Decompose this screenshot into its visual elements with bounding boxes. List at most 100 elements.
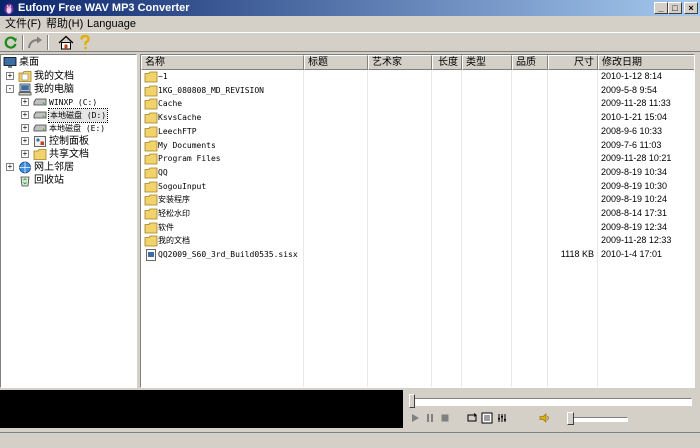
file-row[interactable]: LeechFTP 2008-9-6 10:33 [141,125,694,139]
column-header-size[interactable]: 尺寸 [548,55,598,70]
stop-icon[interactable] [439,412,451,424]
drive-icon [33,98,47,106]
file-modified-date: 2009-8-19 10:34 [601,166,668,177]
tree-node-network[interactable]: + 网上邻居 [1,161,136,174]
toolbar [0,32,700,52]
expand-toggle[interactable]: + [21,137,29,145]
column-header-type[interactable]: 类型 [462,55,512,70]
toolbar-separator [22,35,24,50]
file-modified-date: 2009-11-28 12:33 [601,235,672,246]
minimize-button[interactable]: _ [654,2,668,14]
expand-toggle[interactable]: + [21,111,29,119]
equalizer-icon[interactable] [496,412,508,424]
file-row[interactable]: Cache 2009-11-28 11:33 [141,97,694,111]
file-size [548,84,594,98]
title-bar[interactable]: Eufony Free WAV MP3 Converter _ □ × [0,0,700,16]
column-header-artist[interactable]: 艺术家 [368,55,432,70]
seek-bar[interactable] [410,398,692,406]
folder-icon [144,85,158,97]
help-question-icon[interactable] [76,34,94,51]
repeat-icon[interactable] [466,412,478,424]
my-documents-icon [18,71,32,82]
folder-icon [144,222,158,234]
file-row[interactable]: My Documents 2009-7-6 11:03 [141,139,694,153]
control-panel-icon [34,136,46,147]
menu-file[interactable]: 文件(F) [5,17,41,31]
close-button[interactable]: × [684,2,698,14]
pause-icon[interactable] [424,412,436,424]
maximize-button[interactable]: □ [668,2,682,14]
penguin-icon [4,3,14,15]
file-name: My Documents [158,140,216,150]
status-bar [0,432,700,448]
volume-icon[interactable] [539,412,551,424]
menu-bar: 文件(F) 帮助(H) Language [0,16,700,32]
file-modified-date: 2009-7-6 11:03 [601,139,662,150]
file-row[interactable]: QQ 2009-8-19 10:34 [141,166,694,180]
file-row[interactable]: 1KG_080808_MD_REVISION 2009-5-8 9:54 [141,84,694,98]
folder-icon [144,194,158,206]
recycle-bin-icon [20,176,30,187]
home-icon[interactable] [57,34,75,51]
file-modified-date: 2009-5-8 9:54 [601,84,658,95]
file-row[interactable]: SogouInput 2009-8-19 10:30 [141,180,694,194]
file-size [548,152,594,166]
file-row[interactable]: 安装程序 2009-8-19 10:24 [141,193,694,207]
expand-toggle[interactable]: + [6,72,14,80]
desktop-icon [3,57,17,68]
file-size [548,180,594,194]
play-icon[interactable] [409,412,421,424]
my-computer-icon [18,83,32,96]
menu-help[interactable]: 帮助(H) [46,17,83,31]
column-header-modified-date[interactable]: 修改日期 [598,55,694,70]
tree-node-my-computer[interactable]: - 我的电脑 [1,83,136,96]
seek-slider-handle[interactable] [409,394,415,408]
folder-tree[interactable]: 桌面 + 我的文档 - 我的电脑 + WINXP (C:) + 本地磁盘 (D:… [0,54,137,388]
toolbar-separator [47,35,49,50]
forward-arrow-icon[interactable] [26,34,44,51]
file-row[interactable]: 我的文档 2009-11-28 12:33 [141,234,694,248]
file-name: Program Files [158,154,221,164]
volume-slider-handle[interactable] [567,412,574,425]
file-row[interactable]: QQ2009_S60_3rd_Build0535.sisx 1118 KB 2010… [141,248,694,262]
tree-node-drive-d[interactable]: + 本地磁盘 (D:) [1,108,136,123]
file-size [548,97,594,111]
file-icon [146,249,156,261]
menu-language[interactable]: Language [87,17,136,31]
file-size [548,139,594,153]
volume-bar[interactable] [570,417,628,422]
expand-toggle[interactable]: + [6,163,14,171]
expand-toggle[interactable]: + [21,98,29,106]
folder-icon [144,140,158,151]
column-header-quality[interactable]: 品质 [512,55,548,70]
tree-node-control-panel[interactable]: + 控制面板 [1,135,136,148]
drive-icon [33,111,47,119]
file-row[interactable]: ~1 2010-1-12 8:14 [141,70,694,84]
file-name: ~1 [158,72,168,81]
folder-icon [144,235,158,247]
file-row[interactable]: 轻松水印 2008-8-14 17:31 [141,207,694,221]
column-header-name[interactable]: 名称 [141,55,304,70]
file-size [548,193,594,207]
refresh-icon[interactable] [2,34,20,51]
column-header-title[interactable]: 标题 [304,55,368,70]
tree-node-recycle-bin[interactable]: 回收站 [1,174,136,187]
expand-toggle[interactable]: + [21,124,29,132]
file-name: 安装程序 [158,195,190,205]
column-header-length[interactable]: 长度 [432,55,462,70]
file-row[interactable]: 软件 2009-8-19 12:34 [141,221,694,235]
file-name: KsvsCache [158,113,202,123]
tree-node-drive-c[interactable]: + WINXP (C:) [1,96,136,109]
expand-toggle[interactable]: + [21,150,29,158]
tree-node-desktop[interactable]: 桌面 [1,56,136,69]
playlist-icon[interactable] [481,412,493,424]
tree-node-shared-documents[interactable]: + 共享文档 [1,148,136,161]
file-modified-date: 2010-1-21 15:04 [601,112,668,123]
file-row[interactable]: Program Files 2009-11-28 10:21 [141,152,694,166]
file-row[interactable]: KsvsCache 2010-1-21 15:04 [141,111,694,125]
tree-node-drive-e[interactable]: + 本地磁盘 (E:) [1,122,136,135]
tree-node-my-documents[interactable]: + 我的文档 [1,70,136,83]
collapse-toggle[interactable]: - [6,85,14,93]
file-list[interactable]: 名称 标题 艺术家 长度 类型 品质 尺寸 修改日期 ~1 2010-1-12 8… [140,54,695,388]
file-size [548,111,594,125]
